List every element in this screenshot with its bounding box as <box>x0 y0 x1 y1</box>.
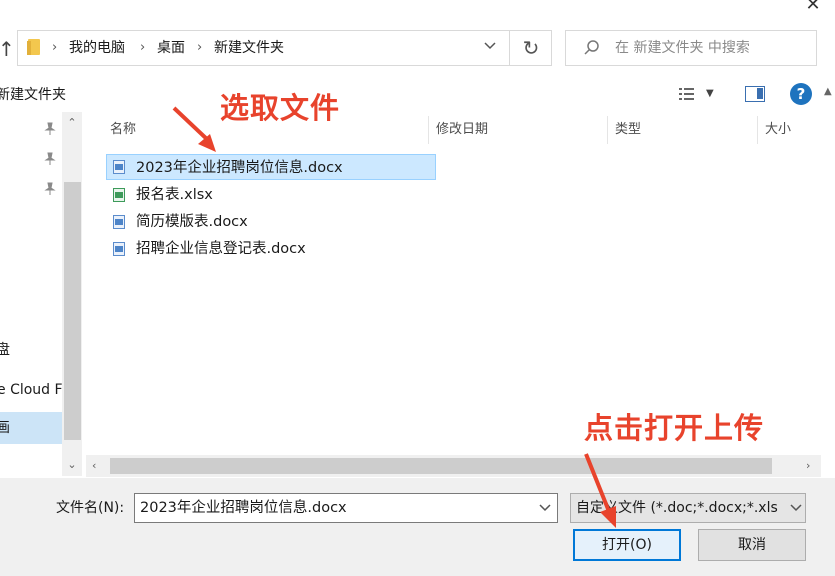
column-divider[interactable] <box>428 116 429 144</box>
annotation-arrow-icon <box>584 453 616 528</box>
file-name[interactable]: 2023年企业招聘岗位信息.docx <box>136 158 343 178</box>
sidebar-item-drive[interactable]: 盘 <box>0 340 10 360</box>
navigation-scroll-thumb[interactable] <box>64 182 81 440</box>
refresh-icon[interactable]: ↻ <box>520 34 542 62</box>
chevron-down-icon[interactable] <box>536 498 554 518</box>
help-icon[interactable]: ? <box>790 83 812 105</box>
breadcrumb-desktop[interactable]: 桌面 <box>157 38 185 58</box>
pin-icon[interactable] <box>44 152 58 168</box>
scroll-down-icon[interactable]: ⌄ <box>64 458 80 472</box>
sidebar-item-cloud[interactable]: e Cloud F <box>0 380 63 400</box>
folder-icon <box>27 39 40 55</box>
pin-icon[interactable] <box>44 122 58 138</box>
close-icon[interactable]: ✕ <box>800 0 826 14</box>
chevron-right-icon[interactable]: › <box>52 38 57 58</box>
scroll-left-icon[interactable]: ‹ <box>92 458 106 474</box>
column-header-type[interactable]: 类型 <box>615 120 641 140</box>
word-icon <box>113 160 125 174</box>
search-placeholder[interactable]: 在 新建文件夹 中搜索 <box>615 38 750 58</box>
filename-label: 文件名(N): <box>56 500 125 516</box>
open-button[interactable]: 打开(O) <box>573 529 681 561</box>
pin-icon[interactable] <box>44 182 58 198</box>
breadcrumb-new-folder[interactable]: 新建文件夹 <box>214 38 284 58</box>
chevron-down-icon[interactable] <box>788 498 804 518</box>
caret-down-icon[interactable]: ▼ <box>706 86 720 102</box>
column-divider[interactable] <box>757 116 758 144</box>
scroll-up-icon[interactable]: ⌃ <box>64 116 80 130</box>
breadcrumb-my-computer[interactable]: 我的电脑 <box>69 38 125 58</box>
scroll-right-icon[interactable]: › <box>806 458 820 474</box>
column-header-size[interactable]: 大小 <box>765 120 791 140</box>
annotation-arrow-icon <box>172 106 216 152</box>
column-header-date[interactable]: 修改日期 <box>436 120 488 140</box>
chevron-right-icon[interactable]: › <box>140 38 145 58</box>
new-folder-button[interactable]: 新建文件夹 <box>0 84 66 106</box>
filename-input[interactable]: 2023年企业招聘岗位信息.docx <box>134 493 558 523</box>
excel-icon <box>113 188 125 202</box>
file-name[interactable]: 报名表.xlsx <box>136 185 213 205</box>
sidebar-item-pictures[interactable]: 画 <box>0 418 10 438</box>
sidebar-item-partial[interactable] <box>0 212 8 232</box>
preview-pane-icon[interactable] <box>745 86 765 102</box>
up-arrow-icon[interactable]: ↑ <box>0 34 15 64</box>
file-name[interactable]: 招聘企业信息登记表.docx <box>136 239 306 259</box>
file-name[interactable]: 简历模版表.docx <box>136 212 248 232</box>
caret-up-icon[interactable]: ▲ <box>824 86 835 102</box>
cancel-button[interactable]: 取消 <box>698 529 806 561</box>
annotation-select-file: 选取文件 <box>220 91 341 125</box>
word-icon <box>113 215 125 229</box>
chevron-down-icon[interactable] <box>478 38 502 58</box>
horizontal-scroll-thumb[interactable] <box>110 458 772 474</box>
view-options-icon[interactable] <box>678 86 696 102</box>
search-icon <box>582 38 602 58</box>
column-header-name[interactable]: 名称 <box>110 120 136 140</box>
word-icon <box>113 242 125 256</box>
chevron-right-icon[interactable]: › <box>197 38 202 58</box>
annotation-click-open: 点击打开上传 <box>584 411 765 445</box>
column-divider[interactable] <box>607 116 608 144</box>
